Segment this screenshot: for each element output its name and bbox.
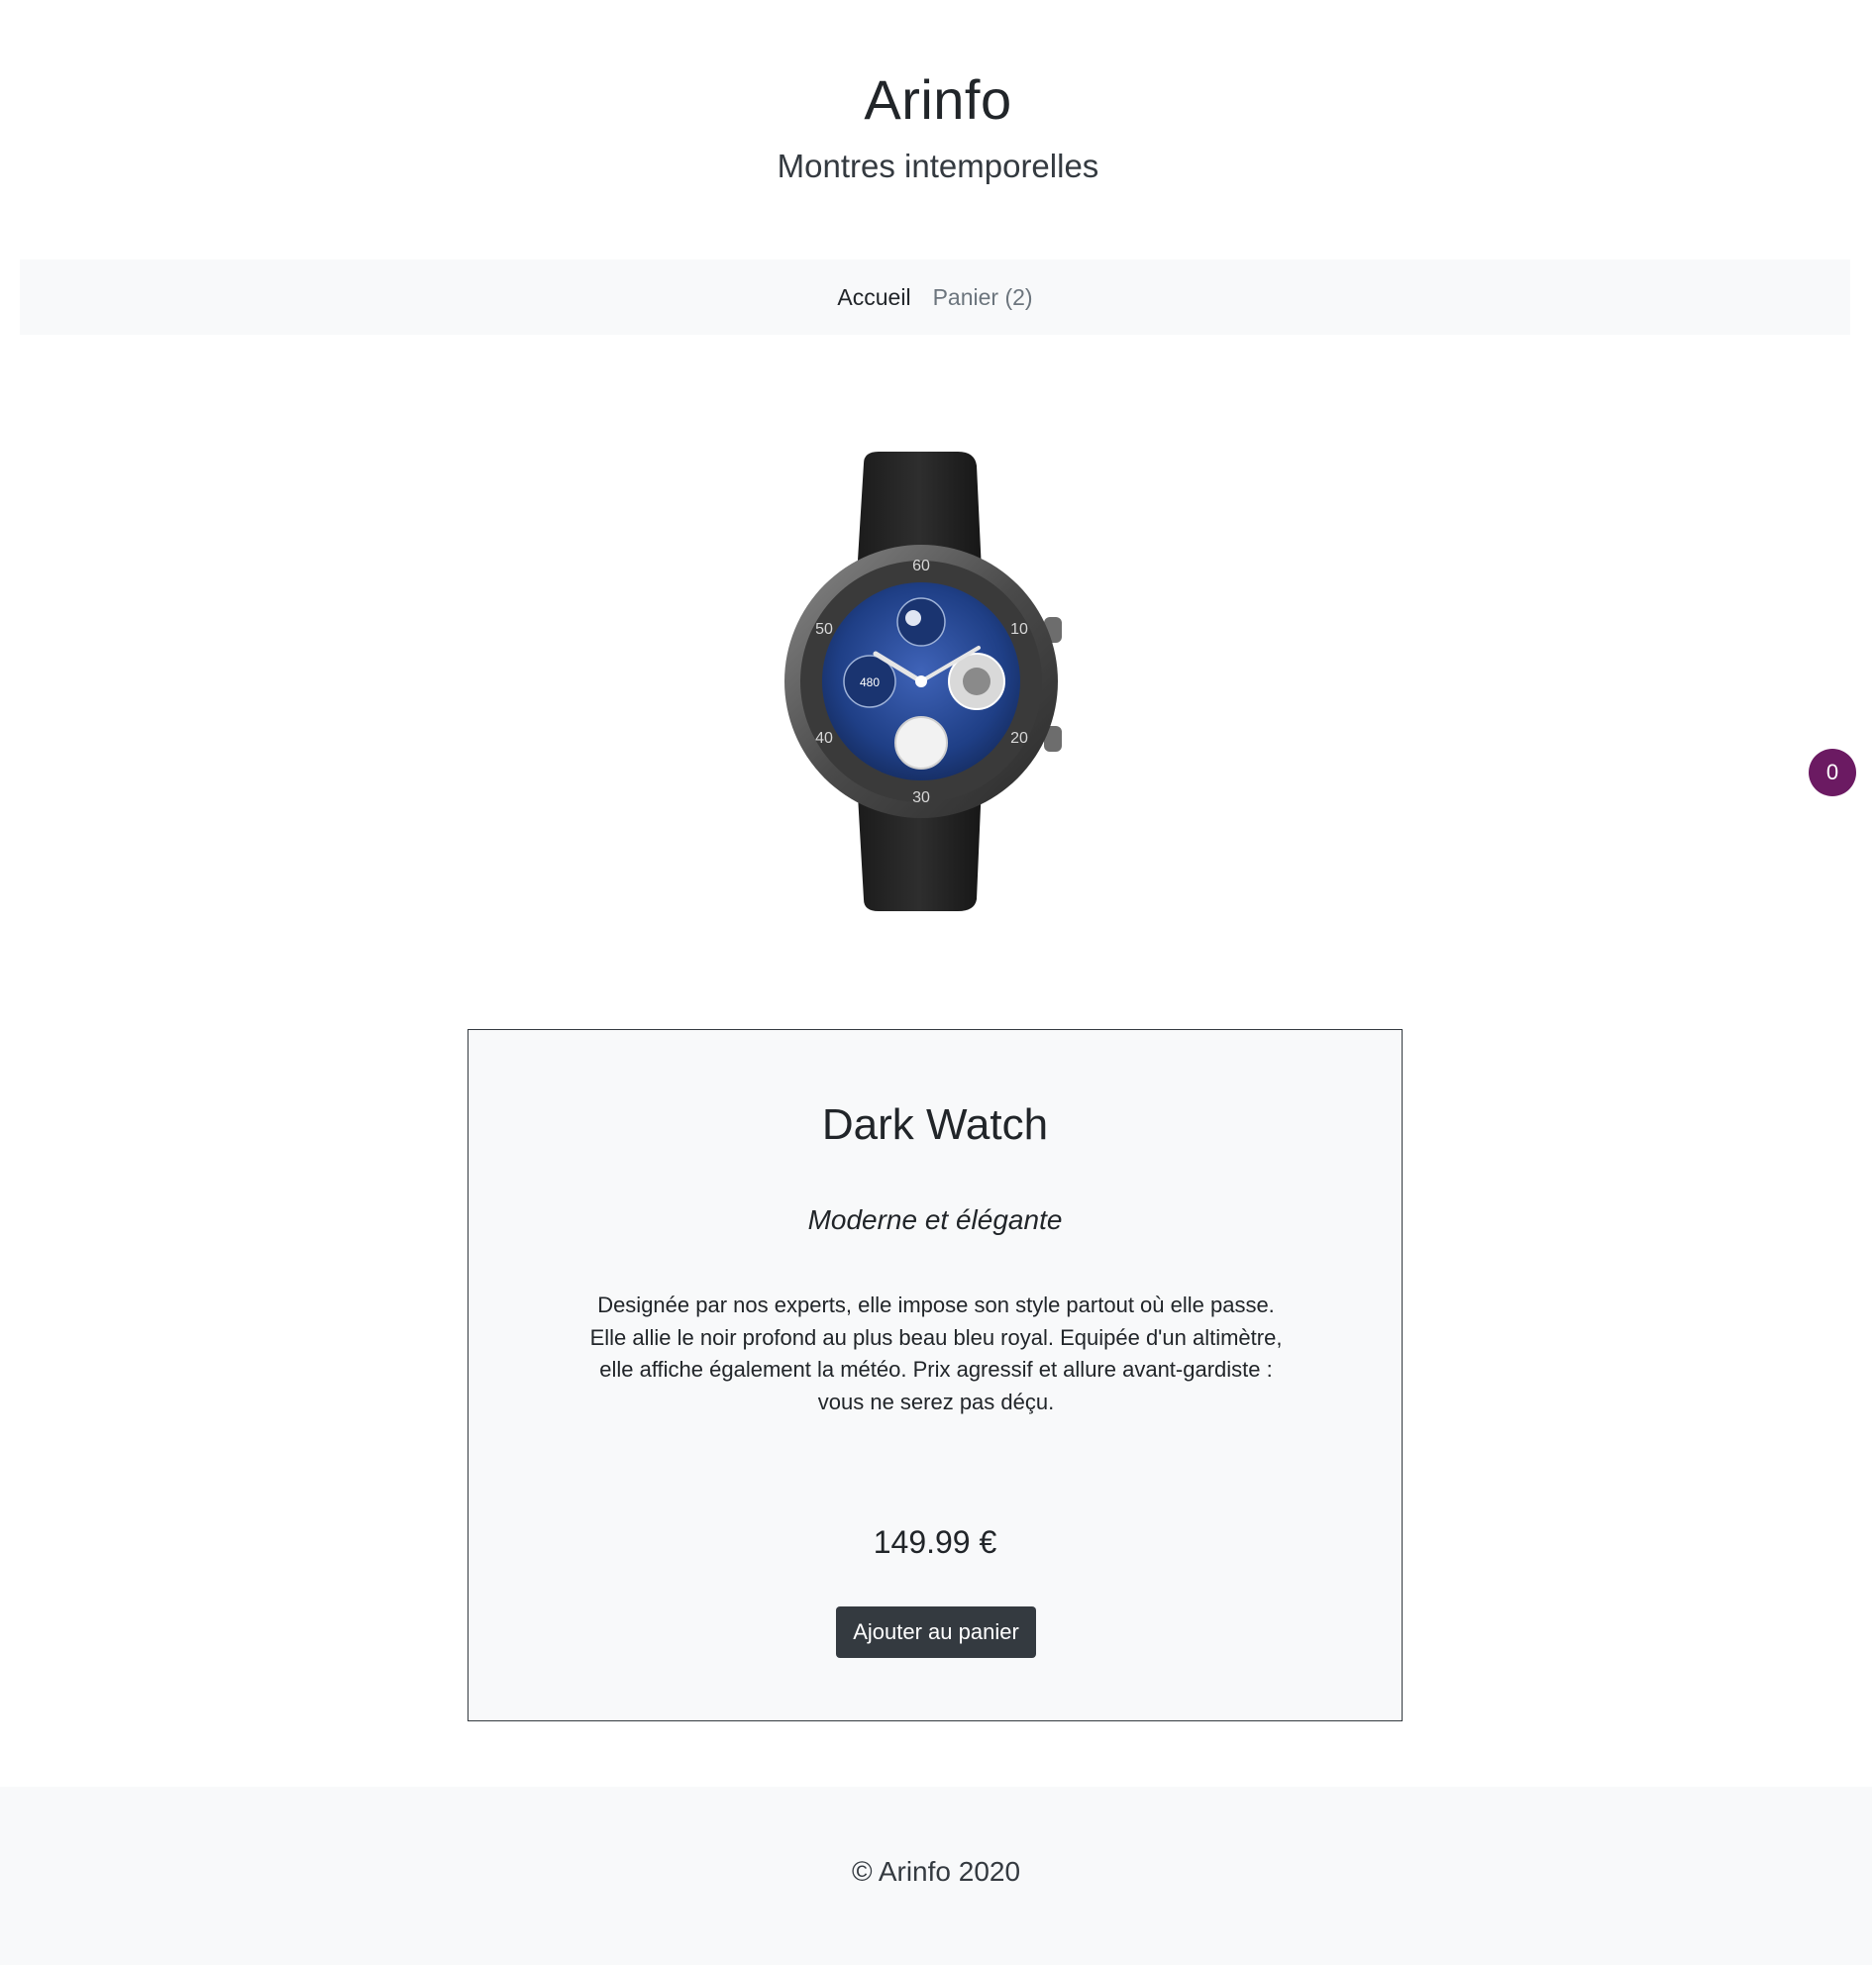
tourbillon-cage bbox=[963, 668, 990, 695]
product-card: Dark Watch Moderne et élégante Designée … bbox=[468, 1029, 1403, 1721]
smartwatch-image: 60 10 20 30 40 50 480 bbox=[784, 444, 1092, 919]
subdial-value: 480 bbox=[860, 675, 880, 689]
cart-count-badge[interactable]: 0 bbox=[1809, 749, 1856, 796]
add-to-cart-button[interactable]: Ajouter au panier bbox=[836, 1606, 1036, 1658]
bottom-subdial bbox=[894, 716, 948, 770]
bezel-number: 30 bbox=[912, 789, 930, 806]
site-subtitle: Montres intemporelles bbox=[777, 148, 1099, 184]
product-name: Dark Watch bbox=[821, 1100, 1049, 1149]
site-header: Arinfo Montres intemporelles bbox=[0, 0, 1876, 259]
bezel-number: 20 bbox=[1010, 730, 1028, 747]
main-navbar: Accueil Panier (2) bbox=[20, 259, 1850, 335]
product-price: 149.99 € bbox=[873, 1524, 997, 1560]
product-description: Designée par nos experts, elle impose so… bbox=[589, 1293, 1283, 1414]
moon-icon bbox=[905, 610, 921, 626]
product-tagline: Moderne et élégante bbox=[807, 1204, 1063, 1235]
site-title: Arinfo bbox=[864, 68, 1012, 131]
nav-link-panier[interactable]: Panier (2) bbox=[933, 280, 1033, 315]
hand-pivot bbox=[915, 675, 927, 687]
site-footer: © Arinfo 2020 bbox=[0, 1787, 1872, 1965]
bezel-number: 50 bbox=[815, 621, 833, 638]
copyright-text: © Arinfo 2020 bbox=[851, 1856, 1021, 1887]
bezel-number: 10 bbox=[1010, 621, 1028, 638]
bezel-number: 60 bbox=[912, 558, 930, 574]
moonphase-subdial bbox=[896, 597, 946, 647]
bezel-number: 40 bbox=[815, 730, 833, 747]
nav-link-accueil[interactable]: Accueil bbox=[837, 280, 910, 315]
